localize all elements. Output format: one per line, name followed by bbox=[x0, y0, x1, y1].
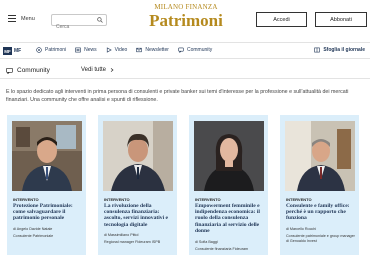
home-icon bbox=[36, 47, 42, 53]
card-role: Consulente finanziaria Fideuram bbox=[195, 247, 249, 251]
nav-label: Newsletter bbox=[145, 47, 169, 53]
mail-icon bbox=[136, 47, 143, 53]
browse-newspaper-label: Sfoglia il giornale bbox=[323, 47, 365, 53]
card-role: Regional manager Fideuram ISPB bbox=[104, 240, 161, 244]
section-title: Community bbox=[17, 67, 50, 74]
mf-label[interactable]: MF bbox=[14, 48, 21, 54]
nav-items: Patrimoni News Video Newsletter Communit… bbox=[36, 47, 212, 53]
card-title[interactable]: Empowerment femminile e indipendenza eco… bbox=[195, 203, 265, 234]
community-icon bbox=[178, 47, 184, 53]
subscribe-button[interactable]: Abbonati bbox=[315, 12, 367, 27]
see-all-label: Vedi tutte bbox=[81, 67, 107, 73]
card-role: Consulente patrimoniale e group manager … bbox=[286, 234, 355, 243]
nav-label: Video bbox=[114, 47, 128, 53]
nav-item-newsletter[interactable]: Newsletter bbox=[136, 47, 169, 53]
nav-item-video[interactable]: Video bbox=[106, 47, 128, 53]
card-author: di Marcello Rocchi bbox=[286, 227, 317, 231]
article-card[interactable]: INTERVENTO Protezione Patrimoniale: come… bbox=[7, 115, 86, 255]
card-tag: INTERVENTO bbox=[104, 197, 130, 202]
nav-label: Community bbox=[186, 47, 213, 53]
card-title[interactable]: Protezione Patrimoniale: come salvaguard… bbox=[13, 203, 83, 222]
search-input[interactable] bbox=[52, 22, 96, 32]
hamburger-icon bbox=[8, 15, 16, 22]
card-role: Consulente Patrimoniale bbox=[13, 234, 54, 238]
author-photo[interactable] bbox=[103, 121, 173, 191]
search-box[interactable] bbox=[51, 14, 107, 32]
browse-newspaper-link[interactable]: Sfoglia il giornale bbox=[314, 47, 365, 53]
nav-label: Patrimoni bbox=[45, 47, 67, 53]
chevron-right-icon bbox=[110, 68, 114, 72]
article-card[interactable]: INTERVENTO Empowerment femminile e indip… bbox=[189, 115, 268, 255]
card-author: di Massimiliano Pittol bbox=[104, 233, 139, 237]
card-author: di Sofia Baggi bbox=[195, 240, 218, 244]
nav-label: News bbox=[84, 47, 97, 53]
logo-main-text: Patrimoni bbox=[149, 11, 223, 30]
nav-item-news[interactable]: News bbox=[75, 47, 97, 53]
menu-button[interactable]: Menu bbox=[8, 15, 35, 22]
article-card[interactable]: INTERVENTO La rivoluzione della consulen… bbox=[98, 115, 177, 255]
community-icon bbox=[6, 68, 13, 74]
author-photo[interactable] bbox=[12, 121, 82, 191]
card-title[interactable]: Consulente e family office: perché è un … bbox=[286, 203, 356, 222]
section-intro: E lo spazio dedicato agli interventi in … bbox=[6, 89, 349, 103]
menu-label: Menu bbox=[21, 15, 35, 22]
card-title[interactable]: La rivoluzione della consulenza finanzia… bbox=[104, 203, 174, 228]
logo-top-text: MILANO FINANZA bbox=[154, 3, 218, 11]
author-photo[interactable] bbox=[285, 121, 355, 191]
community-section-header: Community Vedi tutte bbox=[0, 62, 370, 79]
main-nav: MF MF Patrimoni News Video Newsletter Co… bbox=[0, 42, 370, 59]
newspaper-icon bbox=[314, 47, 321, 53]
news-icon bbox=[75, 47, 81, 53]
site-logo[interactable]: MILANO FINANZA Patrimoni bbox=[146, 3, 226, 39]
nav-item-community[interactable]: Community bbox=[178, 47, 212, 53]
login-button[interactable]: Accedi bbox=[256, 12, 307, 27]
site-header: Menu MILANO FINANZA Patrimoni Accedi Abb… bbox=[0, 0, 370, 42]
author-photo[interactable] bbox=[194, 121, 264, 191]
play-icon bbox=[106, 47, 112, 53]
card-tag: INTERVENTO bbox=[286, 197, 312, 202]
search-icon[interactable] bbox=[97, 17, 103, 23]
card-tag: INTERVENTO bbox=[195, 197, 221, 202]
nav-item-patrimoni[interactable]: Patrimoni bbox=[36, 47, 66, 53]
article-card[interactable]: INTERVENTO Consulente e family office: p… bbox=[280, 115, 359, 255]
mf-logo-badge[interactable]: MF bbox=[3, 47, 12, 55]
card-tag: INTERVENTO bbox=[13, 197, 39, 202]
see-all-link[interactable]: Vedi tutte bbox=[81, 67, 114, 73]
card-author: di Angelo Davide Natale bbox=[13, 227, 53, 231]
